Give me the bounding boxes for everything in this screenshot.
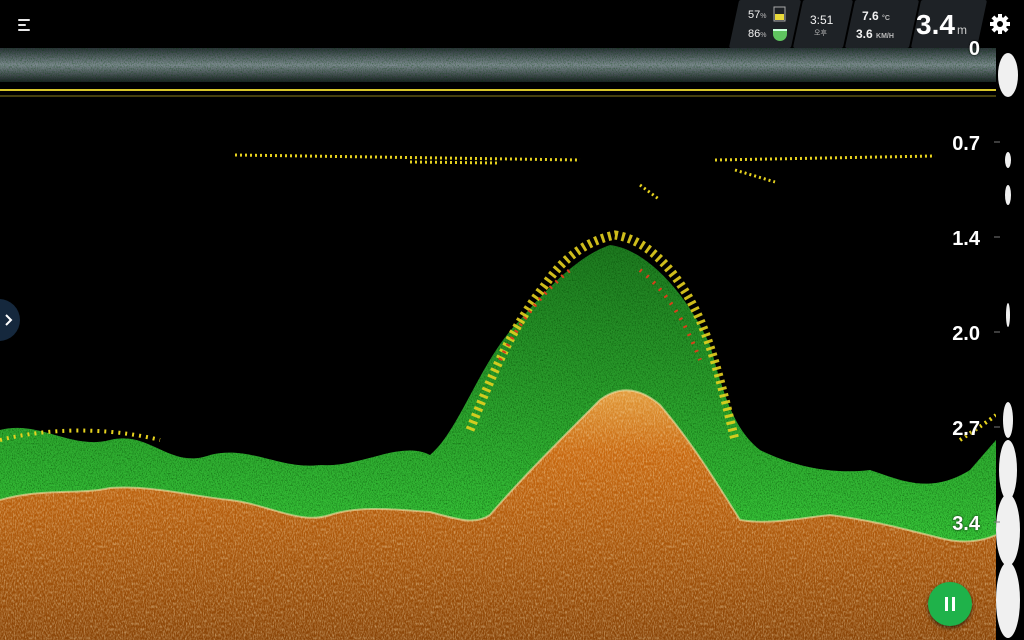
depth-label-5: 3.4 [952,513,980,535]
battery-icon [773,6,786,22]
device-battery-value: 86% [748,28,767,40]
settings-button[interactable] [988,12,1012,36]
depth-label-0: 0 [968,38,980,60]
clock-ampm: 오후 [814,30,827,37]
depth-label-4: 2.7 [952,418,980,440]
water-temp: 7.6 °C [862,9,890,23]
status-bar: 57% 86% 3:51 오후 7.6 °C 3.6 KM/H 3.4 m [726,0,988,48]
phone-battery-value: 57% [748,9,767,21]
pause-button[interactable] [928,582,972,626]
depth-label-1: 0.7 [952,133,980,155]
depth-label-2: 1.4 [952,228,980,250]
boat-speed: 3.6 KM/H [856,27,894,41]
menu-button[interactable] [14,14,38,36]
current-depth: 3.4 m [916,9,967,40]
sonar-view[interactable] [0,0,1024,640]
sonar-battery-icon [773,29,787,41]
clock: 3:51 [810,13,834,27]
gear-icon [990,14,1010,34]
surface-clutter-grain [0,48,996,82]
battery-panel [728,0,802,48]
chevron-right-icon [5,314,13,326]
depth-label-3: 2.0 [952,323,980,345]
